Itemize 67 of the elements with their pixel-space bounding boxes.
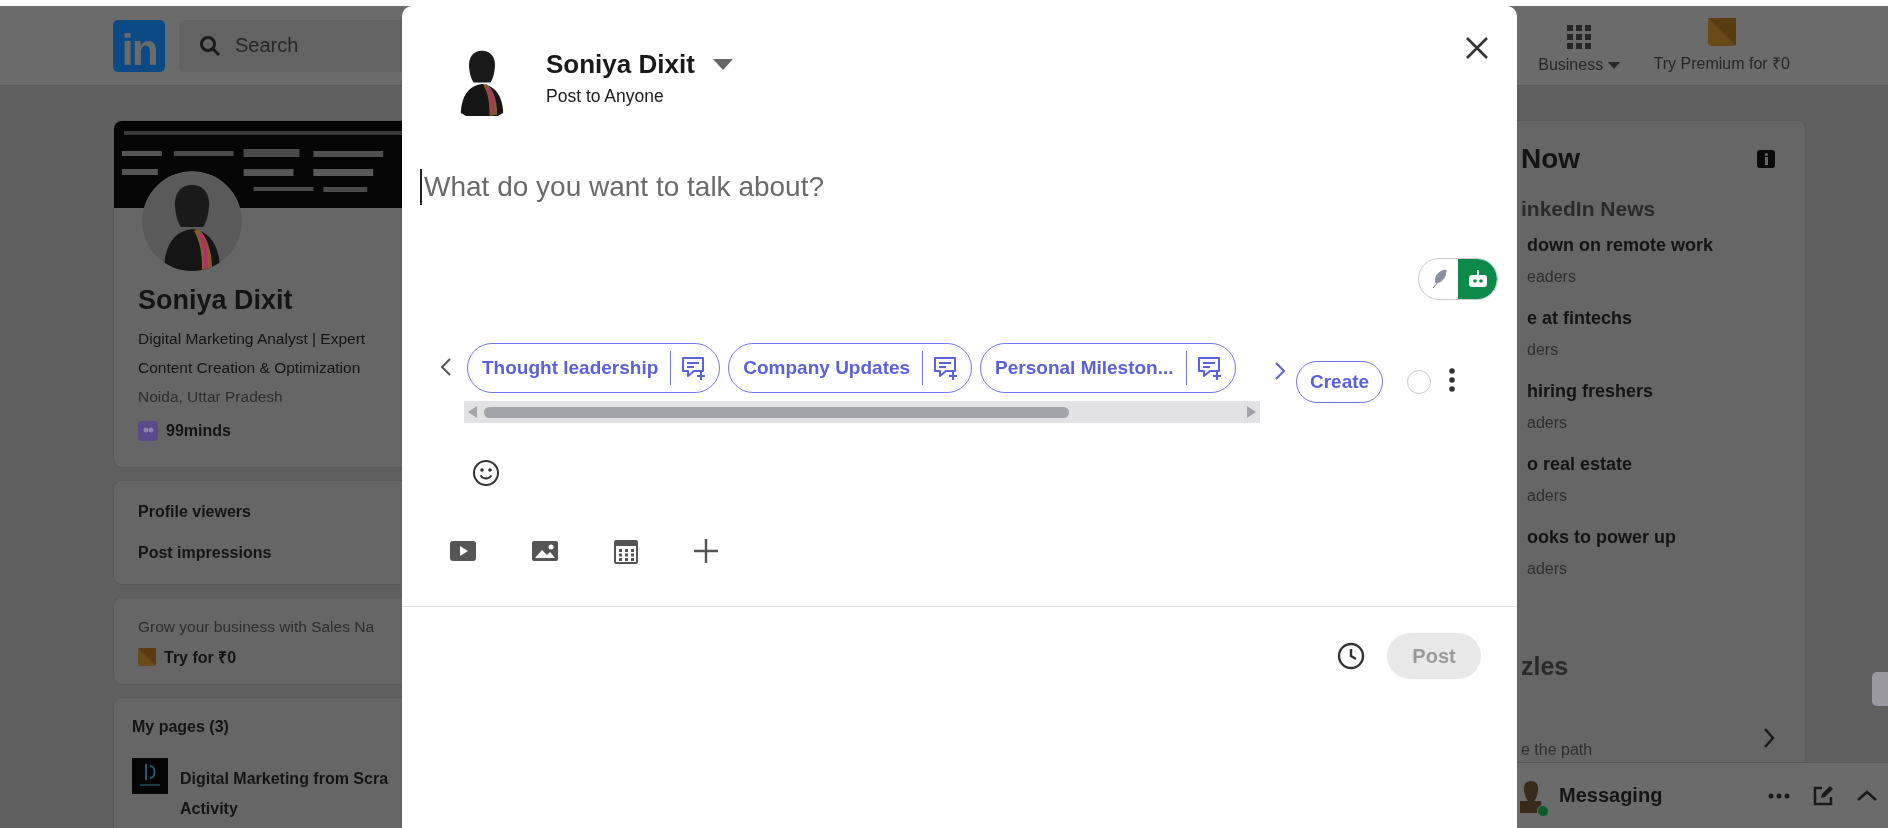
schedule-button[interactable] <box>1337 642 1365 670</box>
topic-chip[interactable]: Company Updates <box>728 343 973 393</box>
company-name[interactable]: 99minds <box>166 422 231 440</box>
news-title: Now <box>1521 143 1581 175</box>
premium-icon <box>138 648 156 666</box>
ai-assistant-button[interactable] <box>1418 258 1498 300</box>
chevron-right-icon[interactable] <box>1763 727 1775 749</box>
messaging-label: Messaging <box>1559 784 1664 807</box>
topic-chip[interactable]: Personal Mileston... <box>980 343 1236 393</box>
news-meta: aders <box>1527 487 1569 505</box>
clock-icon <box>1337 642 1365 670</box>
news-subtitle: inkedIn News <box>1521 197 1657 221</box>
pages-title: My pages (3) <box>132 718 230 736</box>
section-item[interactable]: e the path <box>1521 741 1593 759</box>
robot-icon <box>1466 269 1489 289</box>
info-icon[interactable] <box>1757 150 1775 168</box>
close-icon <box>1465 36 1489 60</box>
emoji-icon <box>472 459 500 487</box>
compose-icon[interactable] <box>1812 784 1834 807</box>
calendar-icon <box>613 537 639 565</box>
try-link[interactable]: Try for ₹0 <box>164 646 237 668</box>
page-activity[interactable]: Activity <box>180 800 389 818</box>
news-headline[interactable]: down on remote work <box>1527 235 1775 256</box>
messaging-bar[interactable]: Messaging <box>1517 762 1888 828</box>
more-icon[interactable] <box>1768 792 1790 799</box>
chevron-right-icon <box>1274 361 1286 381</box>
grid-icon <box>1565 23 1592 50</box>
linkedin-logo[interactable]: in <box>113 19 165 72</box>
company-logo-icon <box>138 421 158 441</box>
topic-chip[interactable]: Thought leadership <box>467 343 721 393</box>
caret-icon <box>1607 61 1620 70</box>
business-menu[interactable]: Business <box>1538 23 1620 74</box>
plus-icon <box>693 538 719 564</box>
page-name[interactable]: Digital Marketing from Scra <box>180 770 389 788</box>
news-meta: ders <box>1527 341 1560 359</box>
section-title: zles <box>1521 652 1570 681</box>
news-headline[interactable]: ooks to power up <box>1527 527 1775 548</box>
profile-location: Noida, Uttar Pradesh <box>138 387 284 407</box>
news-meta: aders <box>1527 414 1569 432</box>
comment-add-icon[interactable] <box>931 354 960 382</box>
promo-text: Grow your business with Sales Na <box>138 618 376 636</box>
image-button[interactable] <box>531 539 559 563</box>
chevron-up-icon[interactable] <box>1856 789 1878 802</box>
profile-headline: Digital Marketing Analyst | Expert <box>138 329 367 349</box>
news-headline[interactable]: e at fintechs <box>1527 308 1775 329</box>
create-button[interactable]: Create <box>1296 361 1384 403</box>
author-selector[interactable]: Soniya Dixit <box>546 49 733 80</box>
audience-label[interactable]: Post to Anyone <box>546 86 733 107</box>
more-icon <box>1449 368 1456 392</box>
comment-add-icon[interactable] <box>679 354 708 382</box>
more-options-button[interactable] <box>693 538 719 564</box>
profile-headline: Content Creation & Optimization <box>138 358 362 378</box>
news-meta: aders <box>1527 560 1569 578</box>
caret-icon <box>712 58 733 71</box>
news-meta: eaders <box>1527 268 1577 286</box>
image-icon <box>531 539 559 563</box>
avatar[interactable] <box>142 171 242 271</box>
video-button[interactable] <box>449 539 477 563</box>
video-icon <box>449 539 477 563</box>
chevron-left-icon <box>440 357 452 377</box>
page-logo-icon[interactable] <box>132 758 168 794</box>
news-headline[interactable]: o real estate <box>1527 454 1775 475</box>
premium-icon <box>1707 17 1736 46</box>
premium-link[interactable]: Try Premium for ₹0 <box>1653 17 1790 74</box>
event-button[interactable] <box>613 537 639 565</box>
more-button[interactable] <box>1449 368 1456 395</box>
news-headline[interactable]: hiring freshers <box>1527 381 1775 402</box>
